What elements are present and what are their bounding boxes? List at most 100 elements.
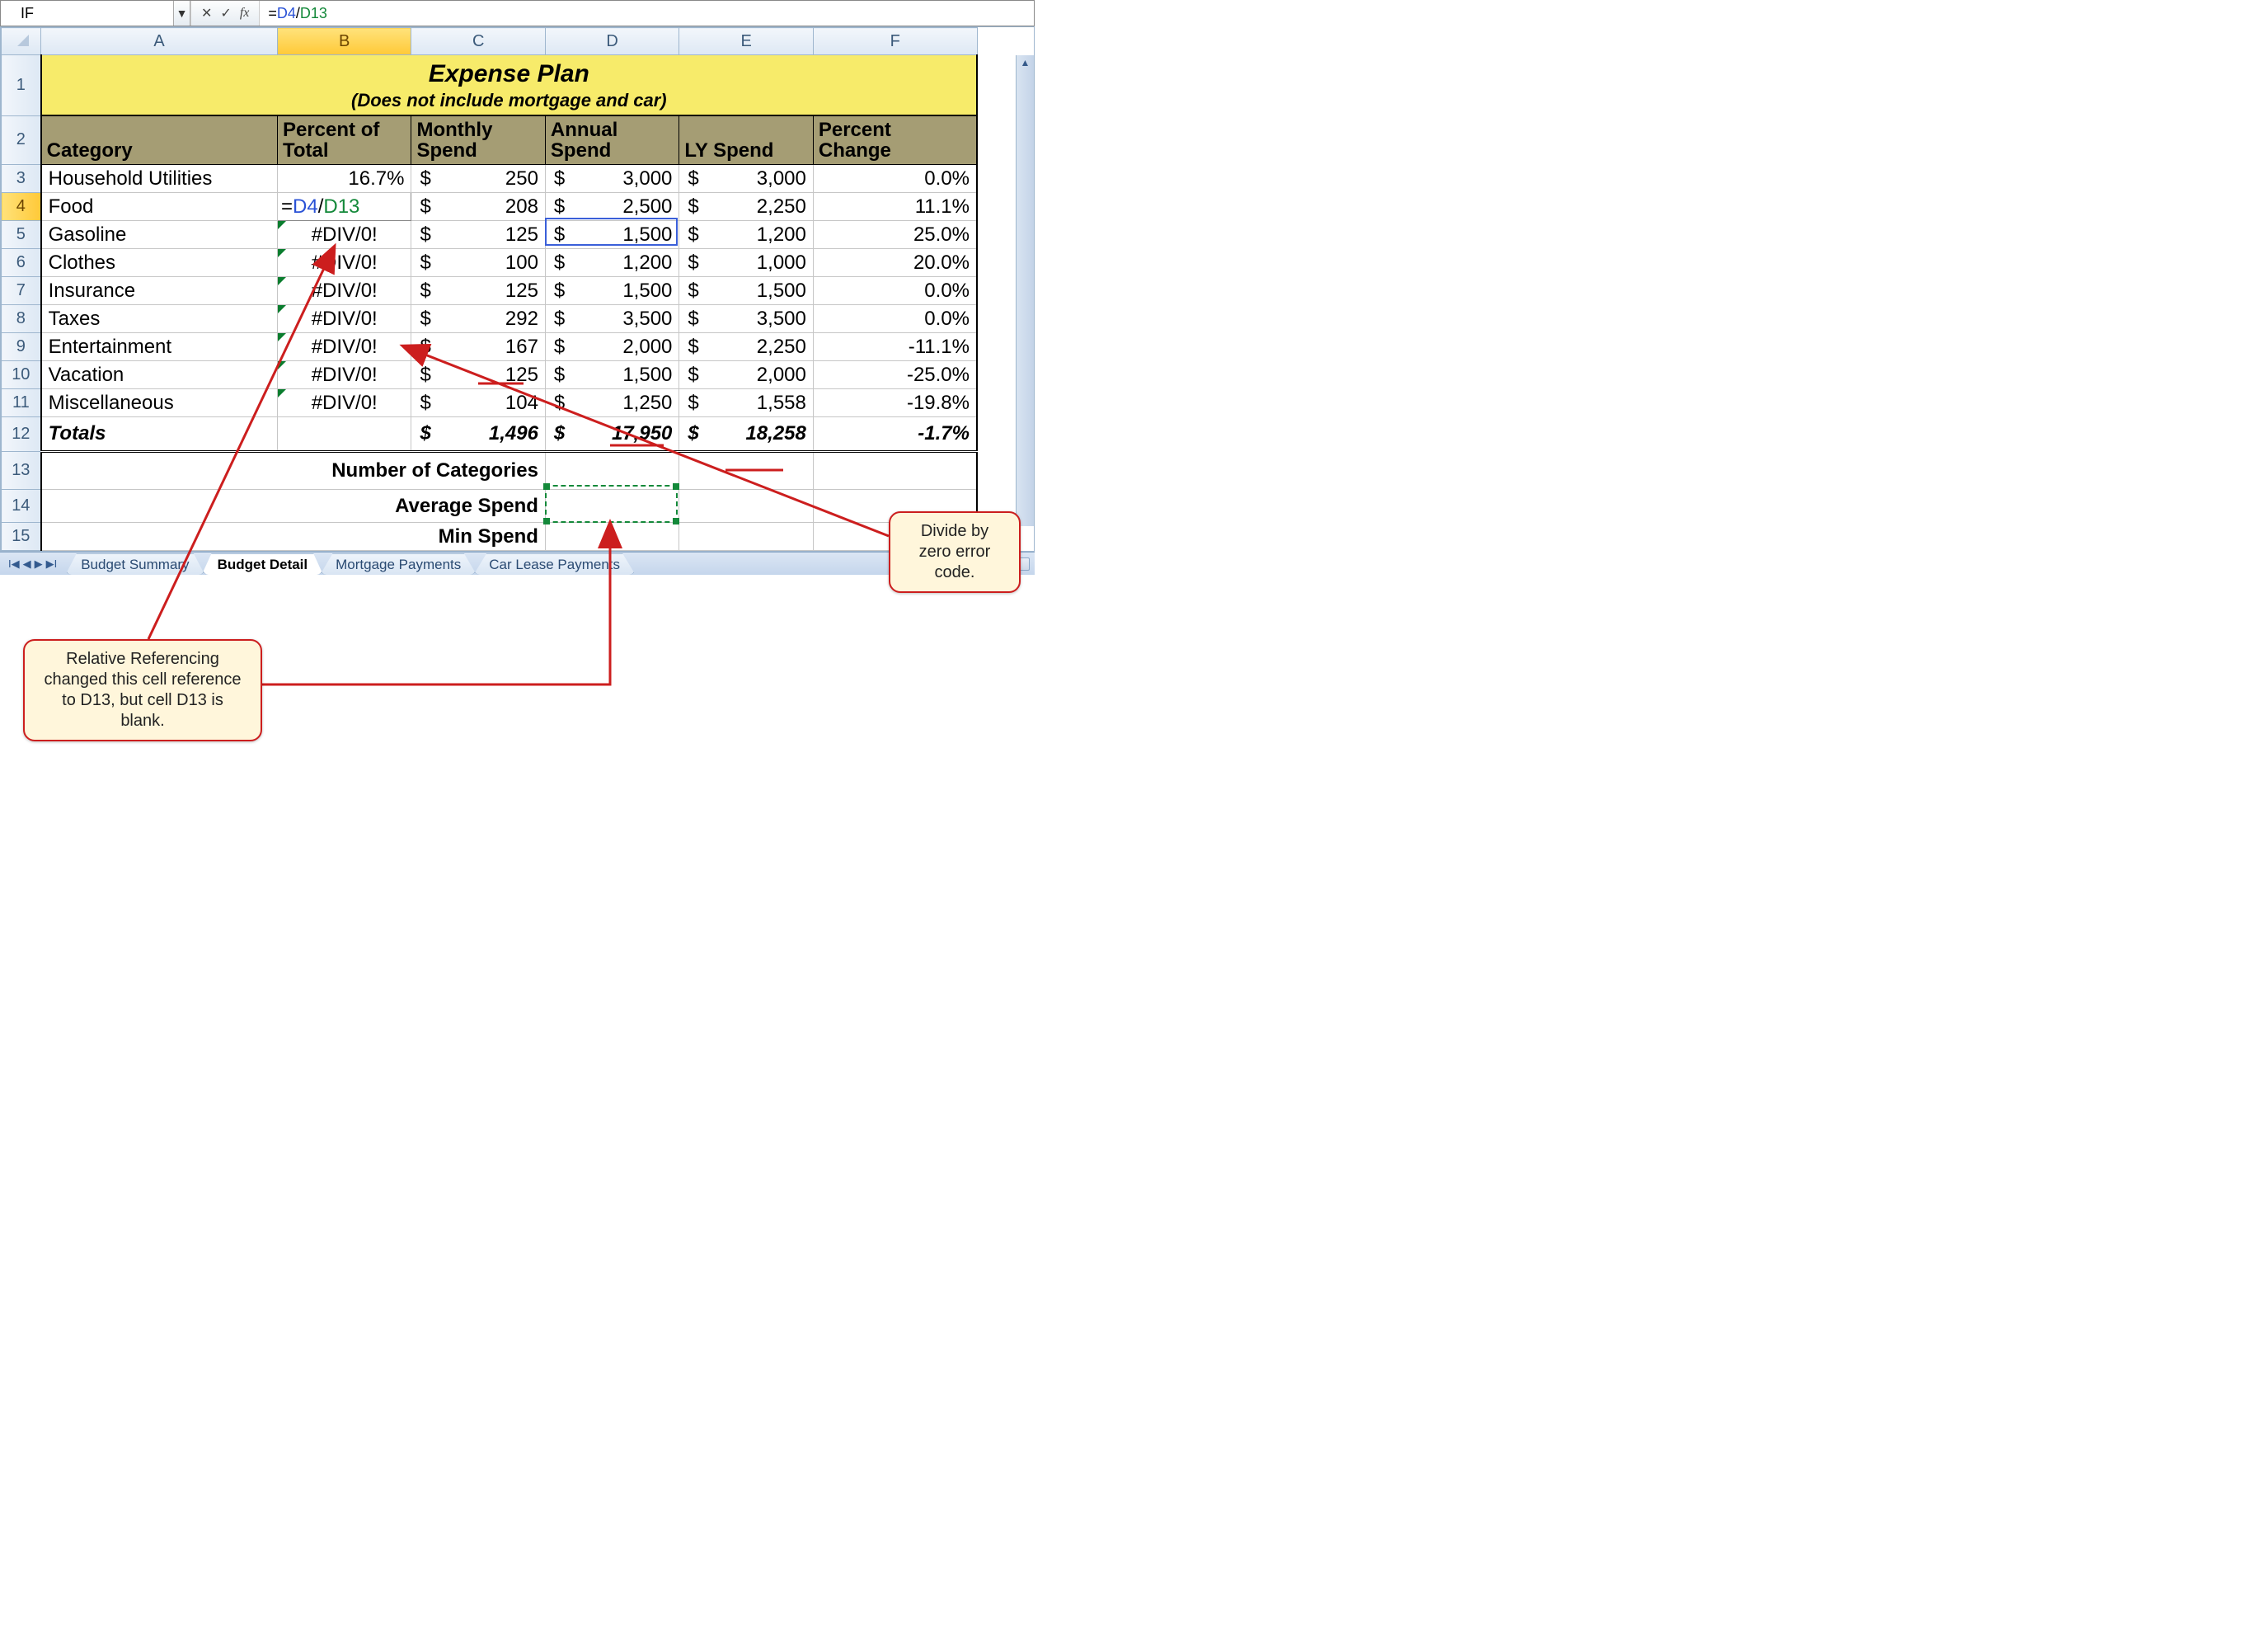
cell-e9[interactable]: $2,250: [679, 333, 813, 361]
cell-c10[interactable]: $125: [411, 361, 545, 389]
row-header-15[interactable]: 15: [2, 523, 41, 551]
tab-nav-buttons[interactable]: I◀ ◀ ▶ ▶I: [0, 557, 65, 571]
row-header-8[interactable]: 8: [2, 305, 41, 333]
cell-e13[interactable]: [679, 452, 813, 490]
cell-f3[interactable]: 0.0%: [813, 165, 977, 193]
cell-d7[interactable]: $1,500: [545, 277, 679, 305]
cell-e11[interactable]: $1,558: [679, 389, 813, 417]
cell-e15[interactable]: [679, 523, 813, 551]
tab-next-icon[interactable]: ▶: [35, 557, 43, 571]
tab-car-lease-payments[interactable]: Car Lease Payments: [473, 553, 636, 575]
title-cell[interactable]: Expense Plan (Does not include mortgage …: [41, 55, 977, 116]
cell-f10[interactable]: -25.0%: [813, 361, 977, 389]
cell-f11[interactable]: -19.8%: [813, 389, 977, 417]
row-header-6[interactable]: 6: [2, 249, 41, 277]
col-header-e[interactable]: E: [679, 28, 813, 55]
cancel-icon[interactable]: ✕: [201, 5, 212, 21]
cell-a11[interactable]: Miscellaneous: [41, 389, 278, 417]
cell-a9[interactable]: Entertainment: [41, 333, 278, 361]
row-header-5[interactable]: 5: [2, 221, 41, 249]
cell-b7[interactable]: #DIV/0!: [277, 277, 411, 305]
cell-a3[interactable]: Household Utilities: [41, 165, 278, 193]
cell-b12[interactable]: [277, 417, 411, 452]
cell-d10[interactable]: $1,500: [545, 361, 679, 389]
hdr-change[interactable]: PercentChange: [813, 115, 977, 165]
cell-a5[interactable]: Gasoline: [41, 221, 278, 249]
row-header-4[interactable]: 4: [2, 193, 41, 221]
vertical-scrollbar[interactable]: ▲: [1016, 55, 1034, 526]
cell-a7[interactable]: Insurance: [41, 277, 278, 305]
cell-c7[interactable]: $125: [411, 277, 545, 305]
row-header-3[interactable]: 3: [2, 165, 41, 193]
cell-c8[interactable]: $292: [411, 305, 545, 333]
cell-d14[interactable]: [545, 490, 679, 523]
cell-f9[interactable]: -11.1%: [813, 333, 977, 361]
label-num-categories[interactable]: Number of Categories: [277, 452, 545, 490]
cell-a10[interactable]: Vacation: [41, 361, 278, 389]
cell-b8[interactable]: #DIV/0!: [277, 305, 411, 333]
cell-f12[interactable]: -1.7%: [813, 417, 977, 452]
col-header-f[interactable]: F: [813, 28, 977, 55]
col-header-c[interactable]: C: [411, 28, 545, 55]
cell-d8[interactable]: $3,500: [545, 305, 679, 333]
row-header-7[interactable]: 7: [2, 277, 41, 305]
cell-c5[interactable]: $125: [411, 221, 545, 249]
cell-a14[interactable]: [41, 490, 278, 523]
hdr-ly[interactable]: LY Spend: [679, 115, 813, 165]
hdr-percent[interactable]: Percent ofTotal: [277, 115, 411, 165]
cell-f7[interactable]: 0.0%: [813, 277, 977, 305]
cell-f4[interactable]: 11.1%: [813, 193, 977, 221]
cell-f13[interactable]: [813, 452, 977, 490]
enter-icon[interactable]: ✓: [220, 5, 231, 21]
cell-c11[interactable]: $104: [411, 389, 545, 417]
cell-d6[interactable]: $1,200: [545, 249, 679, 277]
hdr-category[interactable]: Category: [41, 115, 278, 165]
row-header-12[interactable]: 12: [2, 417, 41, 452]
scroll-up-icon[interactable]: ▲: [1017, 55, 1034, 70]
tab-first-icon[interactable]: I◀: [8, 557, 20, 571]
tab-budget-detail[interactable]: Budget Detail: [202, 553, 324, 575]
row-header-11[interactable]: 11: [2, 389, 41, 417]
cell-c9[interactable]: $167: [411, 333, 545, 361]
cell-f6[interactable]: 20.0%: [813, 249, 977, 277]
row-header-13[interactable]: 13: [2, 452, 41, 490]
cell-d5[interactable]: $1,500: [545, 221, 679, 249]
row-header-10[interactable]: 10: [2, 361, 41, 389]
cell-d9[interactable]: $2,000: [545, 333, 679, 361]
cell-e6[interactable]: $1,000: [679, 249, 813, 277]
cell-f8[interactable]: 0.0%: [813, 305, 977, 333]
cell-e7[interactable]: $1,500: [679, 277, 813, 305]
cell-a8[interactable]: Taxes: [41, 305, 278, 333]
cell-d13[interactable]: [545, 452, 679, 490]
tab-mortgage-payments[interactable]: Mortgage Payments: [320, 553, 477, 575]
cell-c3[interactable]: $250: [411, 165, 545, 193]
row-header-1[interactable]: 1: [2, 55, 41, 116]
tab-last-icon[interactable]: ▶I: [46, 557, 58, 571]
cell-b10[interactable]: #DIV/0!: [277, 361, 411, 389]
cell-a4[interactable]: Food: [41, 193, 278, 221]
select-all-corner[interactable]: [2, 28, 41, 55]
cell-f5[interactable]: 25.0%: [813, 221, 977, 249]
cell-a6[interactable]: Clothes: [41, 249, 278, 277]
cell-c6[interactable]: $100: [411, 249, 545, 277]
cell-e12[interactable]: $18,258: [679, 417, 813, 452]
label-avg-spend[interactable]: Average Spend: [277, 490, 545, 523]
cell-e4[interactable]: $2,250: [679, 193, 813, 221]
cell-a12-totals[interactable]: Totals: [41, 417, 278, 452]
tab-prev-icon[interactable]: ◀: [23, 557, 31, 571]
label-min-spend[interactable]: Min Spend: [277, 523, 545, 551]
cell-c12[interactable]: $1,496: [411, 417, 545, 452]
cell-d12[interactable]: $17,950: [545, 417, 679, 452]
row-header-14[interactable]: 14: [2, 490, 41, 523]
hdr-monthly[interactable]: MonthlySpend: [411, 115, 545, 165]
name-box-dropdown-icon[interactable]: ▼: [174, 1, 190, 26]
col-header-a[interactable]: A: [41, 28, 278, 55]
cell-b3[interactable]: 16.7%: [277, 165, 411, 193]
fx-icon[interactable]: fx: [240, 6, 250, 21]
row-header-9[interactable]: 9: [2, 333, 41, 361]
cell-d11[interactable]: $1,250: [545, 389, 679, 417]
cell-b4-editing[interactable]: =D4/D13: [277, 193, 411, 221]
row-header-2[interactable]: 2: [2, 115, 41, 165]
cell-e14[interactable]: [679, 490, 813, 523]
cell-e3[interactable]: $3,000: [679, 165, 813, 193]
